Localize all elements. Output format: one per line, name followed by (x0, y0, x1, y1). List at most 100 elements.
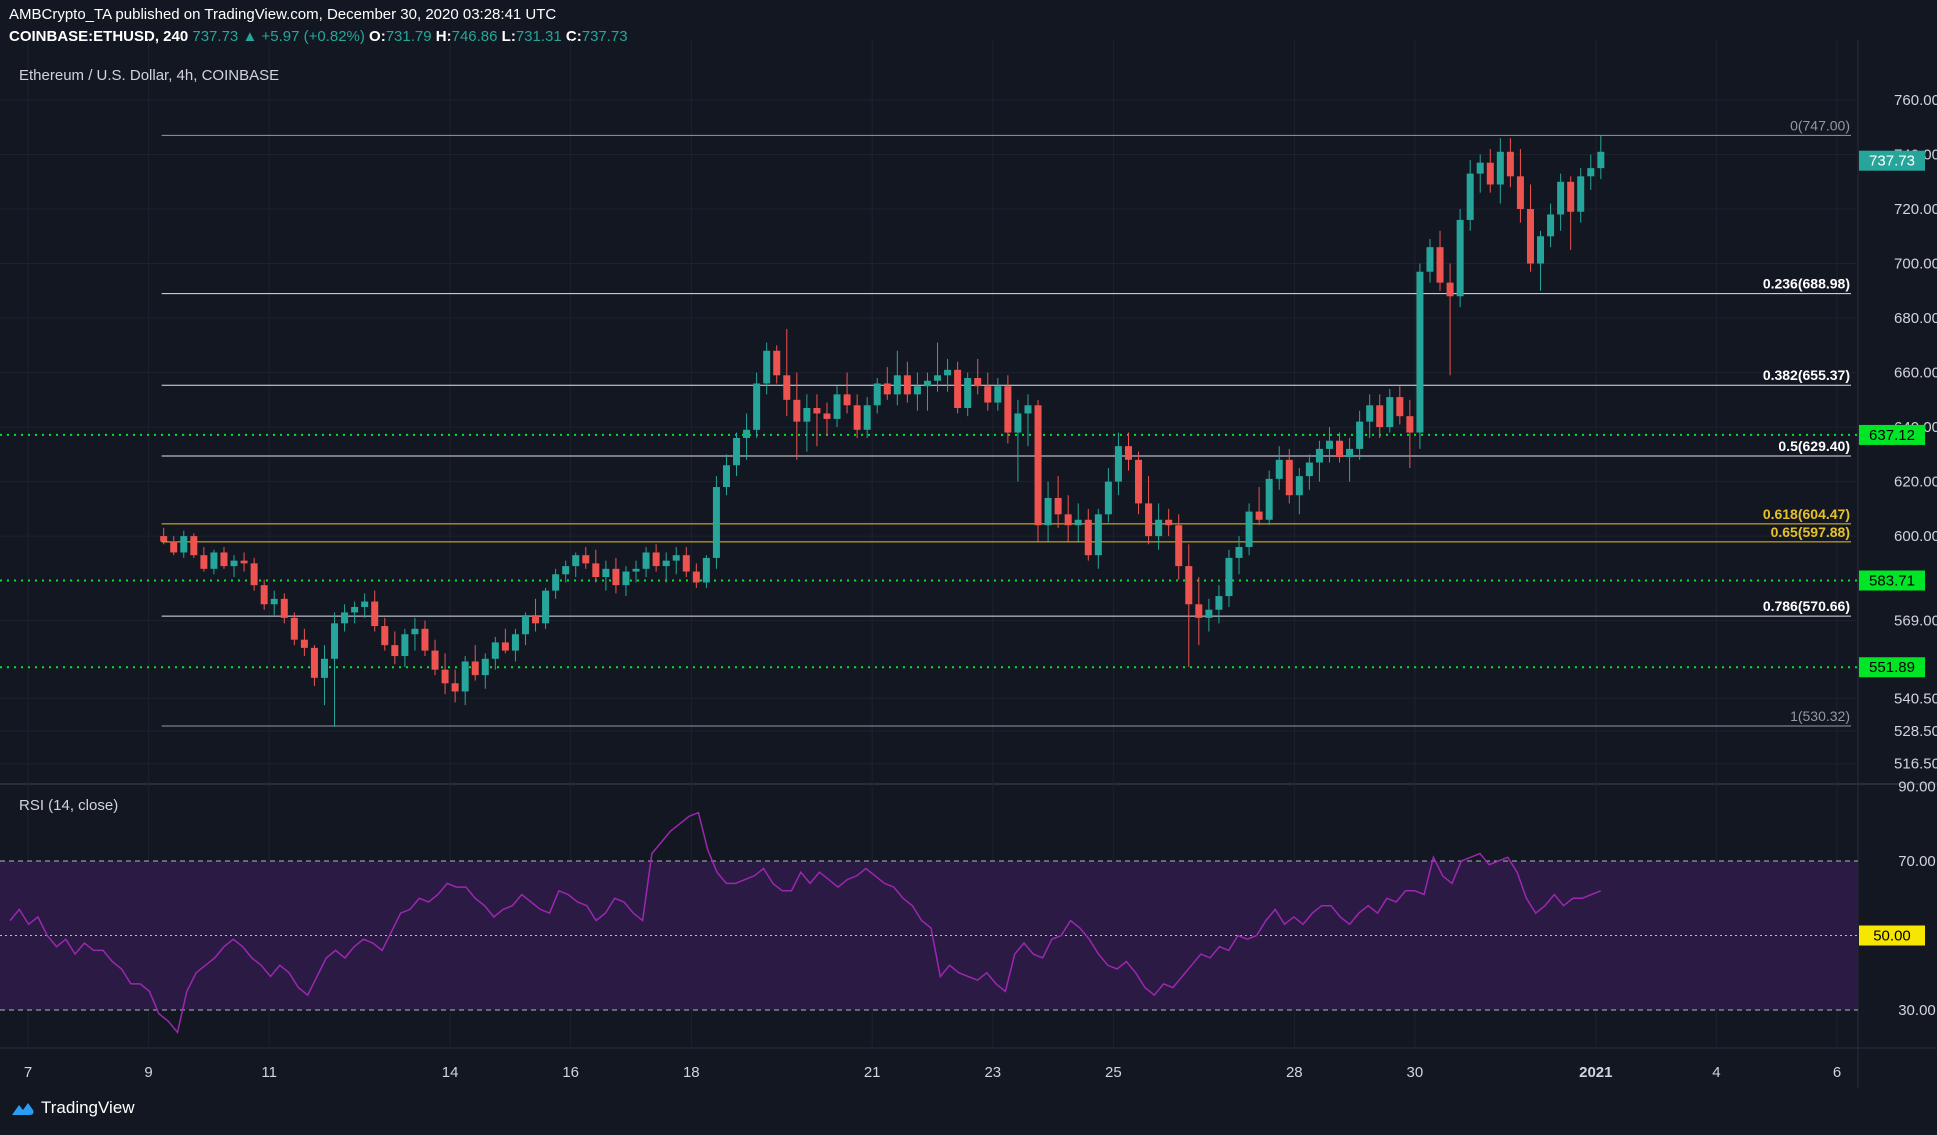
candle-body (582, 555, 590, 564)
support-price-label: 637.12 (1869, 427, 1915, 444)
candle-body (682, 555, 690, 572)
candle-body (421, 628, 429, 651)
candle-body (612, 568, 620, 586)
candle-body (1285, 459, 1293, 496)
candle-body (1265, 478, 1273, 520)
candle-body (331, 623, 339, 659)
y-tick-label: 516.50 (1894, 756, 1937, 773)
price-chart[interactable]: 79111416182123252830202146760.00740.0072… (0, 0, 1937, 1135)
candle-body (863, 405, 871, 430)
candle-body (1577, 176, 1585, 212)
candle-body (1496, 151, 1504, 185)
x-tick-label: 16 (562, 1064, 579, 1081)
candle-body (1235, 547, 1243, 558)
fib-level-label: 0(747.00) (1790, 117, 1850, 133)
rsi-pane-title: RSI (14, close) (19, 797, 119, 814)
candle-body (280, 598, 288, 618)
candle-body (1426, 247, 1434, 272)
candle-body (1124, 446, 1132, 460)
candle-body (712, 487, 720, 558)
candle-body (1315, 448, 1323, 463)
candle-body (220, 552, 228, 567)
candle-body (491, 642, 499, 659)
candle-body (1275, 459, 1283, 479)
candle-body (501, 642, 509, 651)
candle-body (270, 598, 278, 605)
y-tick-label: 540.50 (1894, 690, 1937, 707)
candle-body (843, 394, 851, 406)
candle-body (1034, 405, 1042, 526)
candle-body (1215, 596, 1223, 610)
candle-body (1004, 386, 1012, 433)
candle-body (552, 574, 560, 591)
candle-body (632, 568, 640, 572)
candle-body (532, 615, 540, 624)
candle-body (1526, 209, 1534, 264)
y-tick-label: 680.00 (1894, 310, 1937, 327)
x-tick-label: 28 (1286, 1064, 1303, 1081)
candle-body (702, 557, 710, 583)
candle-body (1114, 446, 1122, 482)
candle-body (753, 383, 761, 430)
fib-level-label: 0.236(688.98) (1763, 276, 1850, 292)
candle-body (974, 378, 982, 387)
x-tick-label: 21 (864, 1064, 881, 1081)
candle-body (853, 405, 861, 430)
candle-body (1446, 282, 1454, 297)
candle-body (934, 375, 942, 381)
y-tick-label: 760.00 (1894, 92, 1937, 109)
x-tick-label: 6 (1833, 1064, 1841, 1081)
candle-body (1135, 459, 1143, 504)
candle-body (521, 615, 529, 635)
y-tick-label: 720.00 (1894, 201, 1937, 218)
candle-body (1516, 176, 1524, 210)
candle-body (180, 536, 188, 553)
candle-body (1054, 497, 1062, 515)
candle-body (743, 429, 751, 438)
candle-body (1436, 247, 1444, 283)
candle-body (260, 585, 268, 605)
candle-body (1175, 525, 1183, 567)
candle-body (1597, 151, 1605, 169)
candle-body (692, 571, 700, 583)
candle-body (1295, 476, 1303, 496)
brand-name: TradingView (41, 1098, 135, 1117)
candle-body (944, 369, 952, 376)
candle-body (361, 601, 369, 607)
candle-body (1064, 514, 1072, 526)
rsi-tick-label: 90.00 (1898, 779, 1936, 796)
candle-body (240, 560, 248, 564)
x-tick-label: 18 (683, 1064, 700, 1081)
candle-body (320, 658, 328, 678)
candle-body (923, 380, 931, 387)
candle-body (1014, 413, 1022, 433)
candle-body (391, 645, 399, 657)
fib-level-label: 0.382(655.37) (1763, 367, 1850, 383)
candle-body (1557, 181, 1565, 215)
candle-body (1537, 236, 1545, 264)
candle-body (1456, 219, 1464, 297)
candle-body (893, 375, 901, 395)
candle-body (833, 394, 841, 419)
candle-body (1195, 604, 1203, 618)
candle-body (1225, 557, 1233, 597)
candle-body (461, 661, 469, 692)
candle-body (431, 650, 439, 670)
candle-body (371, 601, 379, 627)
candle-body (1486, 162, 1494, 185)
candle-body (1386, 397, 1394, 428)
candle-body (793, 399, 801, 422)
candle-body (562, 566, 570, 575)
candle-body (411, 628, 419, 635)
candle-body (733, 437, 741, 466)
candle-body (672, 555, 680, 561)
candle-body (1396, 397, 1404, 417)
x-tick-label: 2021 (1579, 1064, 1612, 1081)
candle-body (230, 560, 238, 567)
tradingview-cloud-icon (12, 1103, 34, 1115)
last-price-tag-label: 737.73 (1869, 153, 1915, 170)
x-tick-label: 23 (984, 1064, 1001, 1081)
candle-body (1024, 405, 1032, 414)
candle-body (1406, 416, 1414, 433)
x-tick-label: 25 (1105, 1064, 1122, 1081)
